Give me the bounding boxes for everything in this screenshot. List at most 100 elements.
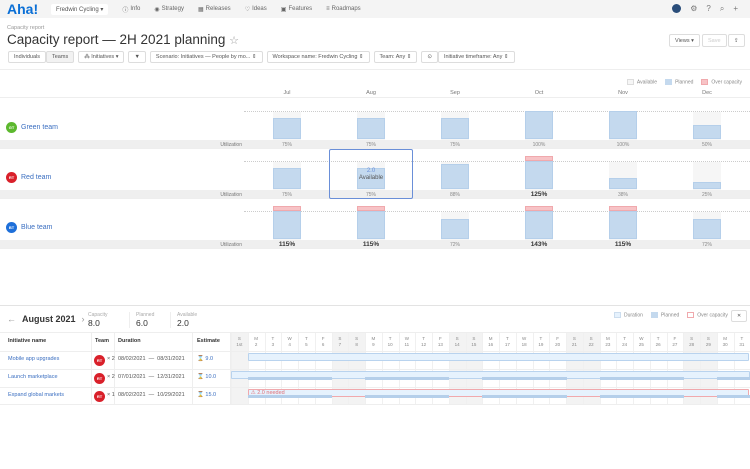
planned-segment [532, 377, 550, 380]
user-avatar[interactable] [672, 4, 682, 13]
planned-bar[interactable] [609, 111, 637, 139]
day-header: W 11 [399, 336, 416, 348]
day-number: 5 [305, 342, 308, 347]
team-bt[interactable]: BT Blue team [6, 222, 53, 233]
day-number: 24 [622, 342, 628, 347]
nav-features[interactable]: ▣ Features [281, 5, 312, 14]
planned-bar[interactable] [609, 211, 637, 239]
timeframe-filter[interactable]: Initiative timeframe: Any ⇕ [437, 51, 515, 63]
planned-bar[interactable] [357, 211, 385, 239]
planned-bar[interactable] [525, 211, 553, 239]
team-name[interactable]: Red team [21, 174, 51, 181]
initiative-name-link[interactable]: Mobile app upgrades [8, 356, 59, 362]
nav-info[interactable]: ⓘ Info [122, 5, 140, 14]
day-number: 13 [437, 342, 443, 347]
team-gt[interactable]: GT Green team [6, 122, 58, 133]
planned-bar[interactable] [609, 178, 637, 189]
planned-bar[interactable] [441, 218, 469, 239]
planned-bar[interactable] [441, 164, 469, 189]
breadcrumb[interactable]: Capacity report [7, 25, 44, 31]
nav-label: Features [288, 6, 313, 12]
next-month-button[interactable]: › [82, 314, 85, 324]
team-name[interactable]: Blue team [21, 224, 53, 231]
initiative-name-link[interactable]: Launch marketplace [8, 374, 58, 380]
features-icon: ▣ [280, 6, 287, 13]
timeframe-icon[interactable]: ⊙ [421, 51, 438, 63]
planned-segment [733, 377, 750, 380]
estimate-value[interactable]: ⌛ 9.0 [197, 356, 213, 362]
month-label: Dec [702, 90, 712, 96]
share-icon[interactable]: ⇪ [728, 34, 745, 47]
nav-strategy[interactable]: ◉ Strategy [154, 5, 184, 14]
planned-segment [733, 395, 750, 398]
estimate-value[interactable]: ⌛ 15.0 [197, 392, 216, 398]
planned-bar[interactable] [525, 111, 553, 139]
save-button[interactable]: Save [702, 34, 727, 47]
planned-bar[interactable] [693, 218, 721, 239]
planned-bar[interactable] [357, 118, 385, 139]
day-header: M 16 [482, 336, 499, 348]
stat-value: 8.0 [88, 318, 100, 328]
scenario-filter[interactable]: Scenario: Initiatives — People by mo... … [149, 51, 263, 63]
initiative-name-link[interactable]: Expand global markets [8, 392, 64, 398]
day-number: 27 [672, 342, 678, 347]
search-icon[interactable]: ⌕ [720, 4, 724, 14]
team-name[interactable]: Green team [21, 124, 58, 131]
legend-duration: Duration [614, 312, 643, 318]
day-header: W 25 [633, 336, 650, 348]
column-header: Duration [118, 338, 141, 344]
estimate-text: 10.0 [205, 374, 217, 380]
day-number: 4 [288, 342, 291, 347]
planned-segment [499, 395, 517, 398]
over-capacity-bar[interactable] [609, 206, 637, 211]
nav-releases[interactable]: ▦ Releases [198, 5, 231, 14]
day-header: T 17 [499, 336, 516, 348]
filter-icon[interactable]: ▼ [128, 51, 146, 63]
planned-bar[interactable] [273, 168, 301, 189]
help-icon[interactable]: ? [706, 4, 710, 14]
day-number: 20 [555, 342, 561, 347]
planned-segment [649, 377, 667, 380]
day-header: M2 [248, 336, 265, 348]
settings-icon[interactable]: ⚙ [690, 4, 697, 14]
planned-segment [415, 395, 433, 398]
over-capacity-bar[interactable] [525, 156, 553, 161]
over-capacity-bar[interactable] [525, 206, 553, 211]
day-number: 25 [638, 342, 644, 347]
aha-logo[interactable]: Aha! [7, 1, 47, 17]
prev-month-button[interactable]: ← [7, 314, 16, 324]
planned-bar[interactable] [693, 125, 721, 139]
planned-bar[interactable] [273, 211, 301, 239]
planned-bar[interactable] [693, 182, 721, 189]
nav-roadmaps[interactable]: ≡ Roadmaps [326, 5, 361, 14]
planned-bar[interactable] [525, 161, 553, 189]
initiatives-dropdown[interactable]: ⁂ Initiatives ▾ [78, 51, 125, 63]
month-label: Oct [534, 90, 544, 96]
team-avatar: RT [94, 354, 105, 366]
individuals-tab[interactable]: Individuals [8, 51, 46, 63]
planned-segment [633, 395, 651, 398]
stat-value: 6.0 [136, 318, 148, 328]
workspace-filter[interactable]: Workspace name: Fredwin Cycling ⇕ [266, 51, 370, 63]
teams-tab[interactable]: Teams [46, 51, 75, 63]
over-capacity-bar[interactable] [357, 206, 385, 211]
views-button[interactable]: Views ▾ [669, 34, 700, 47]
workspace-selector[interactable]: Fredwin Cycling ▾ [51, 3, 109, 15]
add-icon[interactable]: + [733, 4, 738, 14]
detail-month: August 2021 [22, 314, 76, 324]
utilization-value: 72% [449, 241, 460, 248]
duration-bar[interactable] [247, 353, 749, 361]
team-rt[interactable]: RT Red team [6, 172, 51, 183]
star-icon[interactable]: ☆ [229, 35, 239, 47]
day-header: W 18 [516, 336, 533, 348]
utilization-value: 125% [530, 190, 548, 198]
stat-value: 2.0 [177, 318, 189, 328]
planned-bar[interactable] [273, 118, 301, 139]
estimate-value[interactable]: ⌛ 10.0 [197, 374, 216, 380]
nav-ideas[interactable]: ♡ Ideas [245, 5, 267, 14]
over-capacity-bar[interactable] [273, 206, 301, 211]
team-filter[interactable]: Team: Any ⇕ [373, 51, 418, 63]
duration-range: 07/01/2021 — 12/31/2021 [118, 374, 185, 380]
planned-bar[interactable] [441, 118, 469, 139]
close-button[interactable]: ✕ [731, 310, 748, 322]
